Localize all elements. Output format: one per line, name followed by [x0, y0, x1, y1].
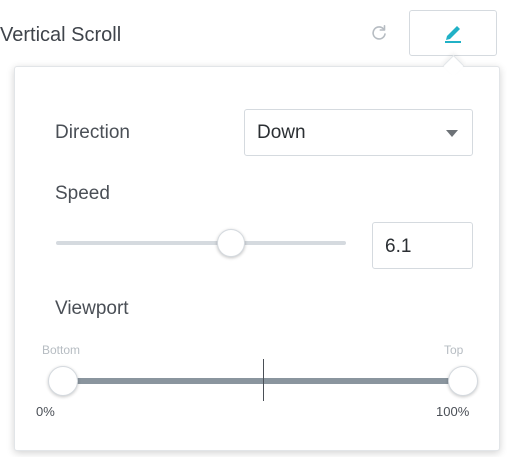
speed-input[interactable]: 6.1 — [372, 222, 473, 269]
speed-label: Speed — [55, 183, 110, 204]
viewport-max-label: 100% — [436, 404, 470, 419]
viewport-end-handle[interactable] — [448, 366, 478, 396]
reset-icon — [372, 25, 386, 40]
speed-slider-handle[interactable] — [217, 229, 245, 257]
viewport-range-track[interactable] — [62, 378, 462, 384]
viewport-start-label: Bottom — [42, 343, 81, 357]
viewport-label: Viewport — [55, 298, 129, 319]
viewport-start-handle[interactable] — [48, 366, 78, 396]
direction-label: Direction — [55, 122, 130, 143]
pencil-icon — [445, 26, 461, 43]
viewport-range-midline — [263, 359, 264, 401]
speed-slider-track[interactable] — [56, 241, 346, 245]
direction-select[interactable]: Down — [244, 109, 473, 156]
viewport-min-label: 0% — [36, 404, 55, 419]
edit-button[interactable] — [409, 10, 497, 56]
viewport-end-label: Top — [444, 343, 464, 357]
header-title: Vertical Scroll — [0, 24, 122, 46]
chevron-down-icon — [446, 130, 458, 137]
reset-button[interactable] — [364, 18, 394, 48]
direction-value: Down — [257, 122, 306, 143]
